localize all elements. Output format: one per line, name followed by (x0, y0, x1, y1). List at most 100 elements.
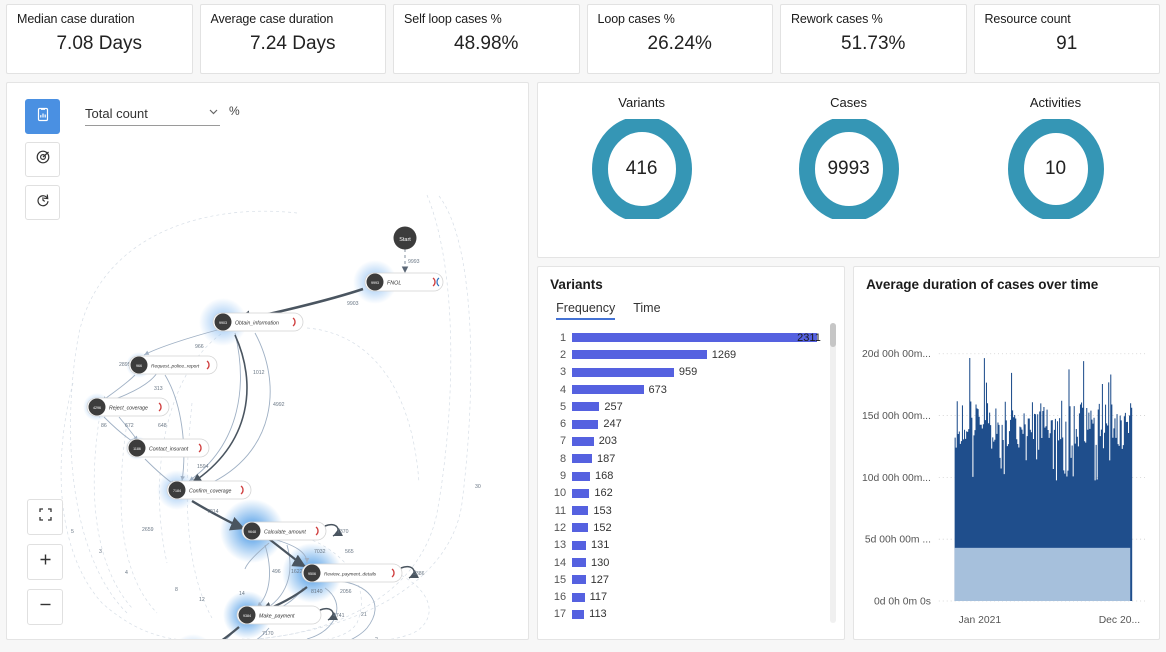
variant-row[interactable]: 1 2311 (544, 329, 844, 346)
minus-icon (38, 596, 53, 618)
variants-scrollbar-thumb[interactable] (830, 323, 837, 347)
variant-row[interactable]: 12 152 (544, 519, 844, 536)
activity-node-calculate-amount[interactable]: 9648 Calculate_amount 7370 (241, 521, 349, 541)
performance-view-button[interactable] (25, 142, 60, 177)
variant-row[interactable]: 3 959 (544, 364, 844, 381)
variant-bar[interactable] (572, 402, 600, 412)
variant-row[interactable]: 11 153 (544, 502, 844, 519)
variant-bar[interactable] (572, 488, 590, 498)
kpi-card-loop-cases: Loop cases % 26.24% (586, 4, 773, 74)
variant-bar[interactable] (572, 575, 586, 585)
node-label: Make_payment (259, 614, 295, 620)
variant-rank: 3 (560, 366, 567, 379)
start-node[interactable]: Start (393, 226, 417, 250)
variant-value: 153 (593, 504, 612, 517)
variant-row[interactable]: 16 117 (544, 588, 844, 605)
percent-toggle-label[interactable]: % (229, 104, 240, 118)
activity-node-contact-insurant[interactable]: 1186 Contact_insurant (126, 438, 210, 458)
variant-row[interactable]: 9 168 (544, 467, 844, 484)
activity-node-request-police-report[interactable]: 966 Request_police_report (128, 355, 218, 375)
variant-row[interactable]: 13 131 (544, 537, 844, 554)
kpi-label: Self loop cases % (404, 12, 502, 26)
variant-row[interactable]: 15 127 (544, 571, 844, 588)
variant-row[interactable]: 7 203 (544, 433, 844, 450)
variant-bar[interactable] (572, 454, 592, 464)
activity-node-make-payment[interactable]: 9384 Make_payment 4741 (236, 605, 345, 625)
variant-row[interactable]: 17 113 (544, 606, 844, 623)
edge-label: 648 (158, 423, 167, 429)
variant-bar[interactable] (572, 558, 586, 567)
activity-node-reject-coverage[interactable]: 4296 Reject_coverage (86, 397, 170, 417)
activity-node-fnol[interactable]: 9993 FNOL (364, 272, 444, 292)
variant-bar[interactable] (572, 367, 674, 377)
variant-row[interactable]: 14 130 (544, 554, 844, 571)
clipboard-chart-icon (35, 106, 51, 127)
bottom-charts-row: Variants Frequency Time 1 2311 2 1269 3 959 4 6… (537, 266, 1160, 640)
variant-bar[interactable] (572, 471, 590, 481)
kpi-card-median-case-duration: Median case duration 7.08 Days (6, 4, 193, 74)
donut-value: 10 (1044, 158, 1067, 179)
variants-panel: Variants Frequency Time 1 2311 2 1269 3 959 4 6… (537, 266, 846, 640)
kpi-card-rework-cases: Rework cases % 51.73% (780, 4, 967, 74)
variant-value: 130 (590, 556, 610, 569)
variant-bar[interactable] (572, 385, 644, 395)
zoom-in-button[interactable] (27, 544, 63, 580)
variant-row[interactable]: 4 673 (544, 381, 844, 398)
kpi-label: Average case duration (210, 12, 334, 26)
kpi-value: 26.24% (647, 33, 712, 54)
duration-baseline-band (954, 547, 1131, 601)
variant-row[interactable]: 8 187 (544, 450, 844, 467)
metric-select[interactable]: Total count (85, 105, 220, 126)
node-count: 9384 (243, 614, 251, 618)
kpi-card-resource-count: Resource count 91 (973, 4, 1160, 74)
duration-over-time-panel: Average duration of cases over time 0d 0… (853, 266, 1160, 640)
variant-bar[interactable] (572, 523, 589, 533)
variant-row[interactable]: 6 247 (544, 415, 844, 432)
x-axis-tick-label-start: Jan 2021 (959, 615, 1002, 626)
variant-bar[interactable] (572, 540, 587, 550)
variant-row[interactable]: 2 1269 (544, 346, 844, 363)
node-count: 9993 (371, 281, 379, 285)
fit-screen-button[interactable] (27, 499, 63, 535)
variant-rank: 1 (560, 331, 567, 344)
frequency-view-button[interactable] (25, 99, 60, 134)
variant-row[interactable]: 5 257 (544, 398, 844, 415)
variant-bar[interactable] (572, 350, 707, 360)
variant-bar[interactable] (572, 592, 585, 602)
variant-bar[interactable] (572, 506, 589, 516)
edge-label: 4 (125, 570, 128, 576)
process-graph-canvas[interactable]: 9993 9903 966 2895 313 86 672 648 1012 4… (7, 83, 529, 639)
activity-node-obtain-information[interactable]: 9903 Obtain_information (212, 312, 304, 332)
variant-rank: 11 (554, 504, 567, 517)
variants-scrollbar[interactable] (830, 323, 837, 623)
edge-label: 8140 (311, 589, 323, 595)
edge-label: 9903 (347, 301, 359, 307)
zoom-out-button[interactable] (27, 589, 63, 625)
edge-label: 1012 (253, 370, 265, 376)
self-loop-label: 4741 (333, 613, 345, 619)
edge-label: 9993 (408, 259, 420, 265)
y-axis-tick-label: 20d 00h 00m... (862, 349, 931, 360)
variant-bar[interactable] (572, 436, 594, 446)
duration-area-chart[interactable]: 0d 0h 0m 0s 5d 00h 00m ... 10d 00h 00m... 1… (854, 301, 1159, 640)
variant-rank: 2 (560, 348, 567, 361)
activity-node-confirm-coverage[interactable]: 7184 Confirm_coverage (166, 480, 252, 500)
variant-value: 1269 (711, 348, 737, 361)
variant-row[interactable]: 10 162 (544, 485, 844, 502)
edge-label: 7032 (314, 549, 326, 555)
variant-bar[interactable] (572, 609, 585, 619)
variant-bar[interactable] (572, 419, 599, 429)
tab-frequency[interactable]: Frequency (556, 301, 616, 320)
kpi-value: 91 (1056, 33, 1078, 54)
activity-node-review-payment-details[interactable]: 9506 Review_payment_details 5386 (301, 563, 425, 583)
variant-rank: 6 (560, 418, 567, 431)
variant-bar[interactable] (572, 333, 818, 343)
kpi-label: Median case duration (17, 12, 135, 26)
edge-label: 2659 (142, 527, 154, 533)
process-statistics-panel: Variants 416 Cases 9993 Activities 10 (537, 82, 1160, 258)
rework-view-button[interactable] (25, 185, 60, 220)
variant-rank: 7 (560, 435, 567, 448)
tab-time[interactable]: Time (633, 301, 660, 320)
fit-screen-icon (38, 506, 53, 528)
self-loop-label: 5386 (413, 571, 425, 577)
